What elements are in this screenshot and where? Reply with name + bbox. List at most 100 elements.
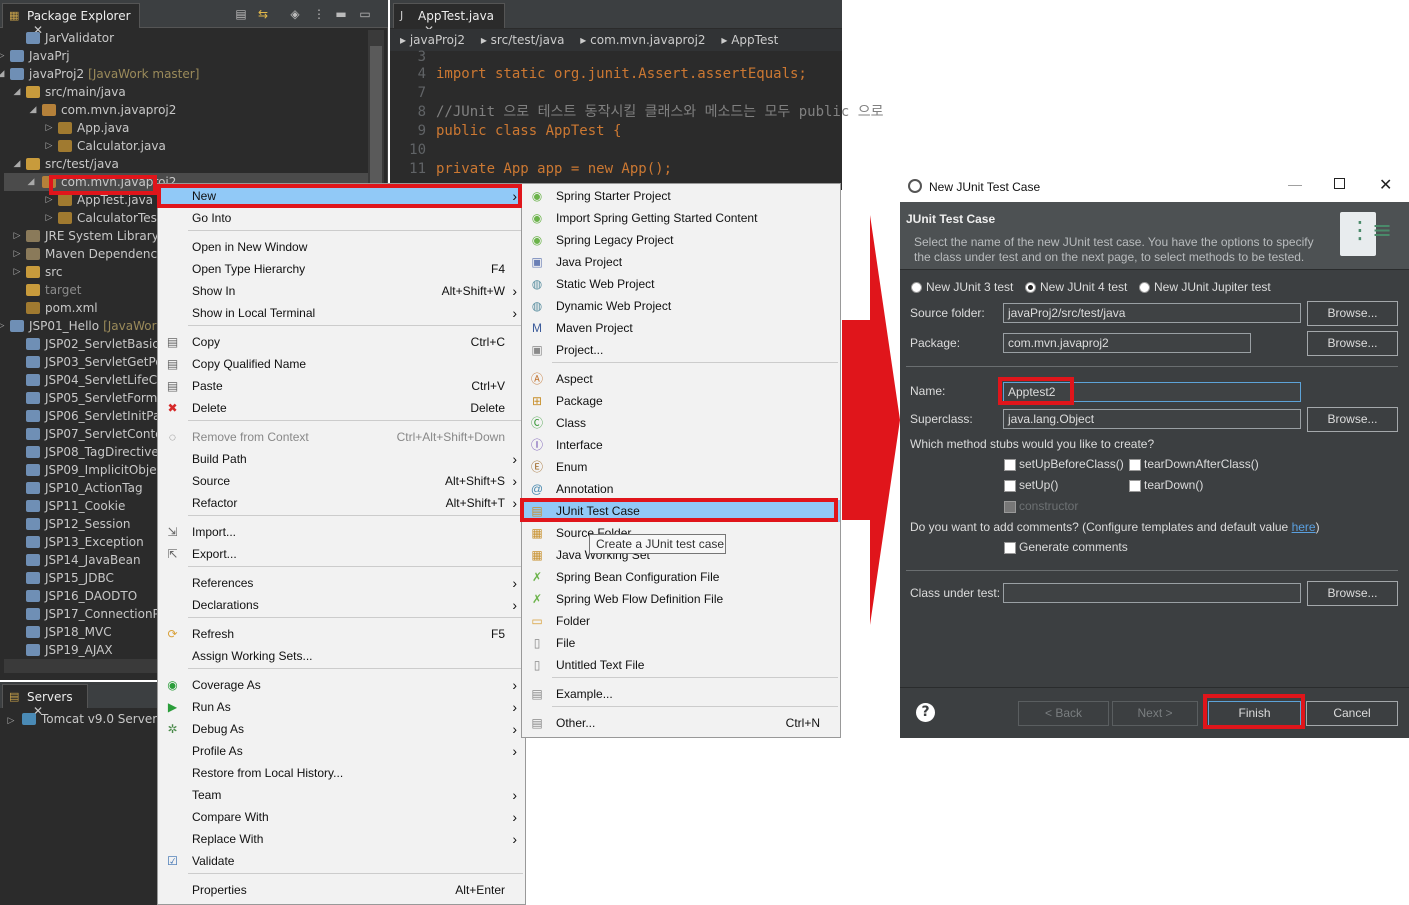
menu-item-go-into[interactable]: Go Into <box>158 207 525 229</box>
tree-item[interactable]: JSP15_JDBC <box>26 569 114 587</box>
minimize-icon[interactable]: — <box>1288 176 1302 192</box>
setupbeforeclass-checkbox[interactable] <box>1004 459 1016 471</box>
tree-item[interactable]: JSP17_ConnectionPool <box>26 605 177 623</box>
comments-link[interactable]: here <box>1292 520 1316 534</box>
code-line[interactable]: private App app = new App(); <box>436 160 672 179</box>
view-menu-icon[interactable]: ⋮ <box>312 7 326 21</box>
menu-item-open-type-hierarchy[interactable]: Open Type Hierarchy F4 <box>158 258 525 280</box>
new-item-java-project[interactable]: ▣ Java Project <box>522 251 840 273</box>
menu-item-properties[interactable]: Properties Alt+Enter <box>158 879 525 901</box>
menu-item-build-path[interactable]: Build Path › <box>158 448 525 470</box>
expand-icon[interactable]: ▷ <box>12 263 22 281</box>
menu-item-compare-with[interactable]: Compare With › <box>158 806 525 828</box>
help-icon[interactable]: ? <box>916 703 935 722</box>
class-under-test-browse-button[interactable]: Browse... <box>1307 581 1398 606</box>
tree-item[interactable]: JSP13_Exception <box>26 533 144 551</box>
new-item-maven-project[interactable]: M Maven Project <box>522 317 840 339</box>
cancel-button[interactable]: Cancel <box>1306 701 1398 726</box>
new-item-annotation[interactable]: @ Annotation <box>522 478 840 500</box>
menu-item-team[interactable]: Team › <box>158 784 525 806</box>
tab-apptest-java[interactable]: J AppTest.java ✕ <box>393 3 505 37</box>
menu-item-coverage-as[interactable]: ◉ Coverage As › <box>158 674 525 696</box>
source-folder-field[interactable]: javaProj2/src/test/java <box>1003 303 1301 323</box>
close-icon[interactable]: ✕ <box>1379 175 1392 195</box>
new-item-import-spring-getting-started-content[interactable]: ◉ Import Spring Getting Started Content <box>522 207 840 229</box>
collapse-icon[interactable]: ◢ <box>12 83 22 101</box>
new-item-enum[interactable]: Ⓔ Enum <box>522 456 840 478</box>
scrollbar-thumb[interactable] <box>370 46 382 196</box>
collapse-icon[interactable]: ◢ <box>12 155 22 173</box>
tree-item[interactable]: JSP18_MVC <box>26 623 112 641</box>
new-item-file[interactable]: ▯ File <box>522 632 840 654</box>
link-with-editor-icon[interactable]: ⇆ <box>256 7 270 21</box>
tab-package-explorer[interactable]: ▦ Package Explorer ✕ <box>2 3 140 37</box>
jupiter-radio[interactable] <box>1139 282 1150 293</box>
tree-item[interactable]: JSP16_DAODTO <box>26 587 137 605</box>
new-item-interface[interactable]: Ⓘ Interface <box>522 434 840 456</box>
tree-item[interactable]: ◢ com.mvn.javaproj2 <box>30 101 177 119</box>
package-browse-button[interactable]: Browse... <box>1307 331 1398 356</box>
tree-item[interactable]: JSP10_ActionTag <box>26 479 143 497</box>
expand-icon[interactable]: ▷ <box>44 119 54 137</box>
junit3-radio[interactable] <box>911 282 922 293</box>
tree-item[interactable]: ◢ src/test/java <box>14 155 119 173</box>
menu-item-profile-as[interactable]: Profile As › <box>158 740 525 762</box>
new-item-spring-starter-project[interactable]: ◉ Spring Starter Project <box>522 185 840 207</box>
menu-item-validate[interactable]: ☑ Validate <box>158 850 525 872</box>
menu-item-refactor[interactable]: Refactor Alt+Shift+T › <box>158 492 525 514</box>
new-item-folder[interactable]: ▭ Folder <box>522 610 840 632</box>
menu-item-copy[interactable]: ▤ Copy Ctrl+C <box>158 331 525 353</box>
code-line[interactable]: import static org.junit.Assert.assertEqu… <box>436 65 807 84</box>
menu-item-open-in-new-window[interactable]: Open in New Window <box>158 236 525 258</box>
tree-item[interactable]: ▷ Maven Dependencies <box>14 245 174 263</box>
source-folder-browse-button[interactable]: Browse... <box>1307 301 1398 326</box>
expand-icon[interactable]: ▷ <box>6 712 16 730</box>
menu-item-restore-from-local-history[interactable]: Restore from Local History... <box>158 762 525 784</box>
tree-item[interactable]: JSP05_ServletForm <box>26 389 157 407</box>
new-item-untitled-text-file[interactable]: ▯ Untitled Text File <box>522 654 840 676</box>
tree-item[interactable]: ◢ javaProj2 [JavaWork master] <box>0 65 199 83</box>
new-item-project[interactable]: ▣ Project... <box>522 339 840 361</box>
new-item-dynamic-web-project[interactable]: ◍ Dynamic Web Project <box>522 295 840 317</box>
tree-item[interactable]: pom.xml <box>26 299 98 317</box>
expand-icon[interactable]: ▷ <box>44 137 54 155</box>
menu-item-paste[interactable]: ▤ Paste Ctrl+V <box>158 375 525 397</box>
maximize-icon[interactable]: ▭ <box>358 7 372 21</box>
tree-item[interactable]: ▷ JRE System Library <box>14 227 159 245</box>
tree-item[interactable]: ▷ Calculator.java <box>46 137 166 155</box>
tree-item[interactable]: JSP03_ServletGetPost <box>26 353 174 371</box>
menu-item-refresh[interactable]: ⟳ Refresh F5 <box>158 623 525 645</box>
new-item-other[interactable]: ▤ Other... Ctrl+N <box>522 712 840 734</box>
breadcrumb-item[interactable]: ▸ src/test/java <box>481 29 565 51</box>
breadcrumb-item[interactable]: ▸ AppTest <box>721 29 778 51</box>
package-field[interactable]: com.mvn.javaproj2 <box>1003 333 1251 353</box>
tree-item[interactable]: JSP08_TagDirective <box>26 443 159 461</box>
menu-item-replace-with[interactable]: Replace With › <box>158 828 525 850</box>
tree-item[interactable]: ◢ src/main/java <box>14 83 126 101</box>
expand-icon[interactable]: ▷ <box>12 245 22 263</box>
collapse-icon[interactable]: ◢ <box>28 101 38 119</box>
tree-item[interactable]: target <box>26 281 82 299</box>
collapse-all-icon[interactable]: ▤ <box>234 7 248 21</box>
new-item-spring-web-flow-definition-file[interactable]: ✗ Spring Web Flow Definition File <box>522 588 840 610</box>
class-under-test-field[interactable] <box>1003 583 1301 603</box>
collapse-icon[interactable]: ◢ <box>26 173 36 191</box>
tab-servers[interactable]: ▤ Servers ✕ <box>2 684 88 718</box>
new-item-example[interactable]: ▤ Example... <box>522 683 840 705</box>
menu-item-assign-working-sets[interactable]: Assign Working Sets... <box>158 645 525 667</box>
menu-item-show-in-local-terminal[interactable]: Show in Local Terminal › <box>158 302 525 324</box>
menu-item-copy-qualified-name[interactable]: ▤ Copy Qualified Name <box>158 353 525 375</box>
expand-icon[interactable]: ▷ <box>12 227 22 245</box>
tree-item[interactable]: JSP02_ServletBasic <box>26 335 159 353</box>
junit4-radio[interactable] <box>1025 282 1036 293</box>
menu-item-references[interactable]: References › <box>158 572 525 594</box>
maximize-icon[interactable] <box>1334 178 1345 189</box>
tree-item[interactable]: JarValidator <box>26 29 114 47</box>
expand-icon[interactable]: ▷ <box>44 209 54 227</box>
breadcrumb-item[interactable]: ▸ com.mvn.javaproj2 <box>580 29 705 51</box>
tree-item[interactable]: ▷ src <box>14 263 63 281</box>
new-item-spring-legacy-project[interactable]: ◉ Spring Legacy Project <box>522 229 840 251</box>
superclass-field[interactable]: java.lang.Object <box>1003 409 1301 429</box>
tree-item[interactable]: JSP11_Cookie <box>26 497 125 515</box>
tree-item[interactable]: JSP19_AJAX <box>26 641 113 659</box>
